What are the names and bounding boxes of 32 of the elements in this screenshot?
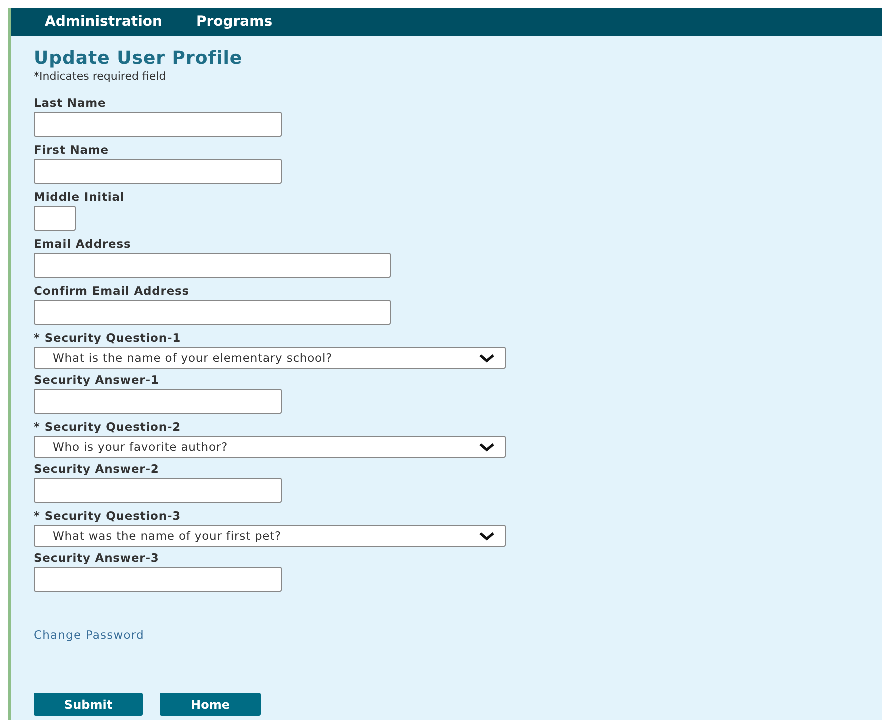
nav-link[interactable]: Programs (196, 14, 273, 30)
field-label: First Name (34, 143, 110, 157)
input-field[interactable] (34, 159, 282, 184)
dropdown[interactable]: What was the name of your first pet? (34, 525, 506, 547)
input-field[interactable] (34, 300, 391, 325)
field-label: Confirm Email Address (34, 284, 191, 298)
field-label: Email Address (34, 237, 132, 251)
change-password-link[interactable]: Change Password (34, 628, 144, 642)
input-field[interactable] (34, 112, 282, 137)
form-button[interactable]: Submit (34, 693, 143, 716)
field-label: * Security Question-3 (34, 509, 182, 523)
input-field[interactable] (34, 253, 391, 278)
field-label: Middle Initial (34, 190, 126, 204)
input-field[interactable] (34, 389, 282, 414)
nav-link[interactable]: Administration (45, 14, 162, 30)
field-label: * Security Question-2 (34, 420, 182, 434)
field-label: Last Name (34, 96, 108, 110)
page-title: Update User Profile (34, 48, 244, 70)
field-label: * Security Question-1 (34, 331, 182, 345)
input-field[interactable] (34, 567, 282, 592)
chevron-icon (479, 442, 495, 452)
dropdown[interactable]: What is the name of your elementary school? (34, 347, 506, 369)
field-label: Security Answer-3 (34, 551, 160, 565)
form-button[interactable]: Home (160, 693, 261, 716)
field-label: Security Answer-2 (34, 462, 160, 476)
required-note: *Indicates required field (34, 70, 168, 84)
chevron-icon (479, 532, 495, 540)
input-field[interactable] (34, 478, 282, 503)
chevron-icon (479, 354, 495, 362)
dropdown[interactable]: Who is your favorite author? (34, 436, 506, 458)
field-label: Security Answer-1 (34, 373, 160, 387)
input-field[interactable] (34, 206, 76, 231)
